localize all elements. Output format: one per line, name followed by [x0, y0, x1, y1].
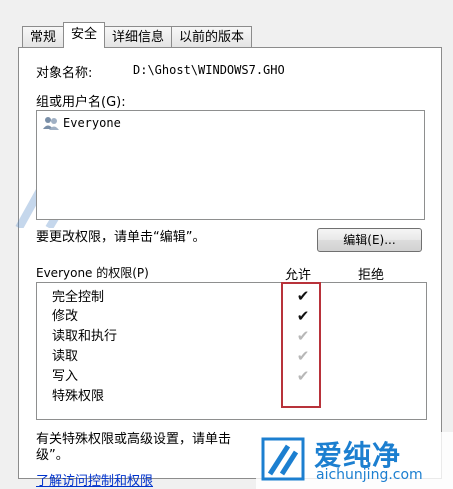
permission-read: 读取 [52, 349, 79, 364]
permission-special: 特殊权限 [52, 389, 105, 404]
advanced-hint-cont: 级”。 [36, 448, 69, 463]
deny-header: 拒绝 [358, 268, 385, 283]
permission-full-control: 完全控制 [52, 290, 105, 305]
tab-strip: 常规 安全 详细信息 以前的版本 [22, 22, 253, 48]
tab-previous-versions[interactable]: 以前的版本 [171, 26, 253, 48]
tab-details[interactable]: 详细信息 [104, 26, 173, 48]
groups-listbox[interactable]: Everyone [36, 110, 425, 220]
tab-general[interactable]: 常规 [22, 26, 65, 48]
permissions-label: Everyone 的权限(P) [36, 266, 149, 280]
site-watermark: 爱纯净 aichunjing.com [256, 432, 453, 489]
watermark-en: aichunjing.com [316, 467, 423, 483]
allow-header: 允许 [285, 268, 312, 283]
access-control-link[interactable]: 了解访问控制和权限 [36, 470, 153, 489]
watermark-logo-icon [261, 437, 305, 481]
permission-read-execute: 读取和执行 [52, 329, 118, 344]
list-item[interactable]: Everyone [42, 116, 121, 130]
edit-button[interactable]: 编辑(E)... [317, 228, 422, 252]
allow-column-highlight [281, 282, 321, 408]
permission-write: 写入 [52, 369, 79, 384]
object-name-value: D:\Ghost\WINDOWS7.GHO [133, 63, 285, 77]
group-name: Everyone [63, 116, 121, 130]
permission-modify: 修改 [52, 309, 79, 324]
groups-label: 组或用户名(G): [36, 95, 126, 110]
users-icon [42, 116, 60, 130]
tab-security[interactable]: 安全 [63, 22, 106, 48]
object-name-label: 对象名称: [36, 66, 93, 81]
edit-hint: 要更改权限，请单击“编辑”。 [36, 230, 206, 245]
